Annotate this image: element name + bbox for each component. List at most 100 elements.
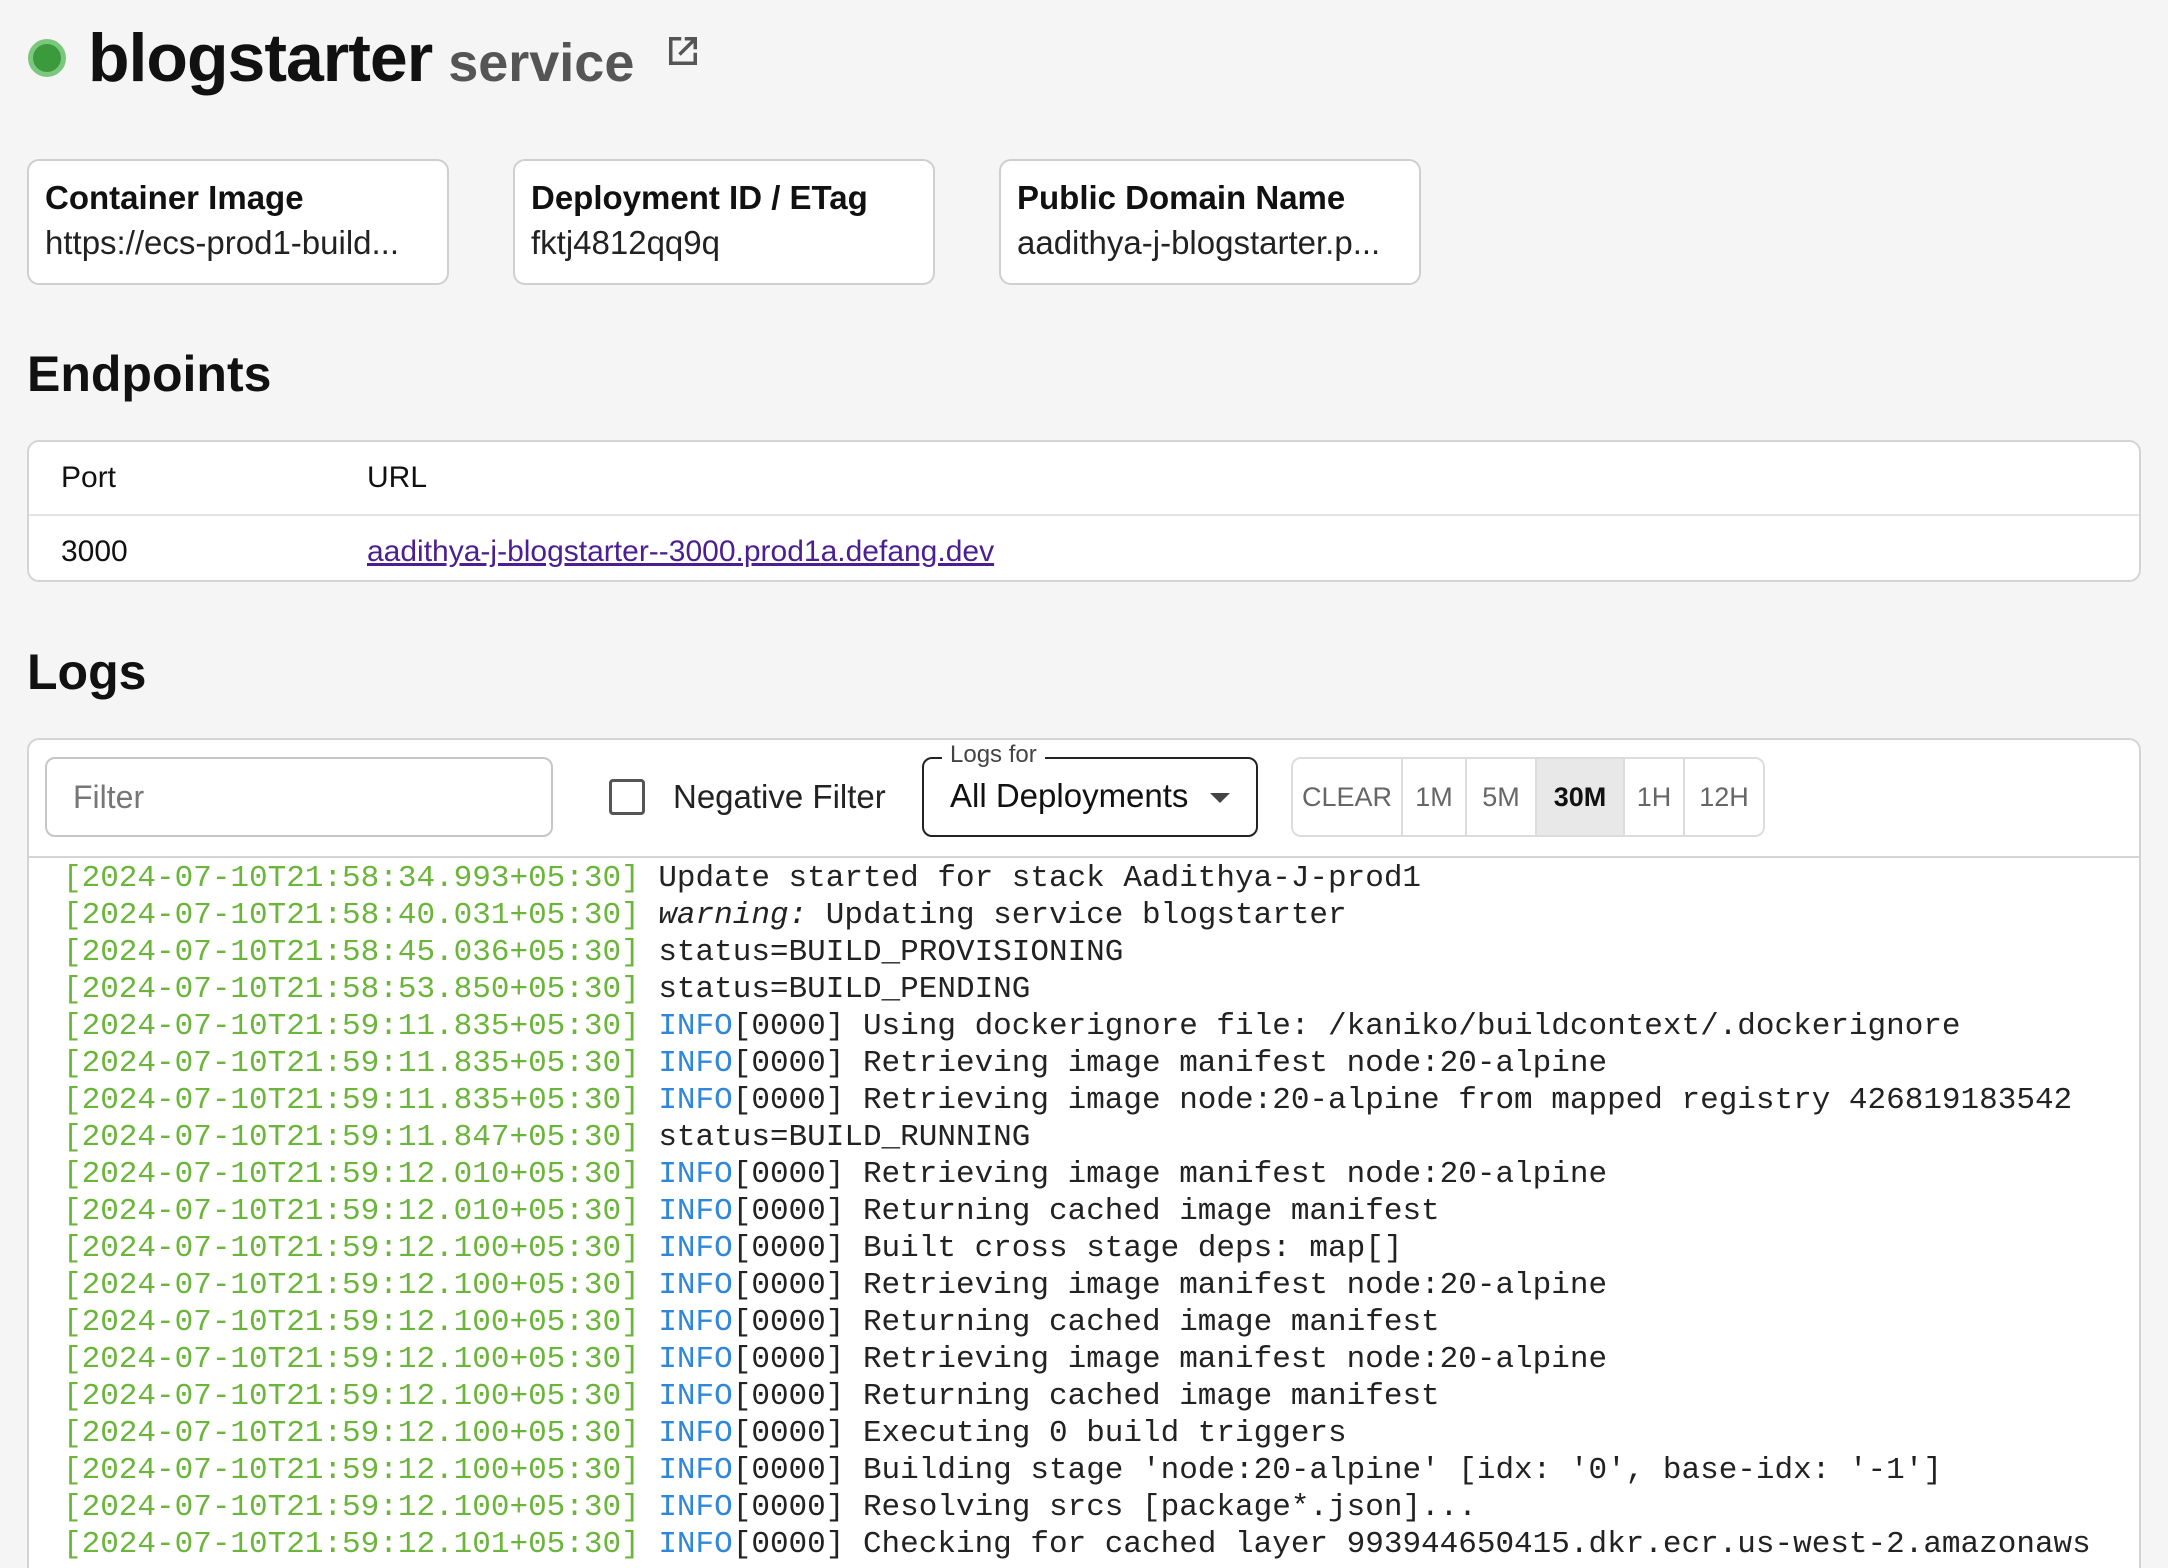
log-timestamp: [2024-07-10T21:59:12.010+05:30] bbox=[63, 1157, 640, 1192]
range-clear-button[interactable]: CLEAR bbox=[1293, 759, 1403, 835]
time-range-group: CLEAR 1M 5M 30M 1H 12H bbox=[1291, 757, 1765, 837]
log-line: [2024-07-10T21:59:12.100+05:30] INFO[000… bbox=[63, 1230, 2139, 1267]
log-timestamp: [2024-07-10T21:59:12.100+05:30] bbox=[63, 1342, 640, 1377]
log-line: [2024-07-10T21:59:11.847+05:30] status=B… bbox=[63, 1119, 2139, 1156]
log-line: [2024-07-10T21:59:12.100+05:30] INFO[000… bbox=[63, 1415, 2139, 1452]
log-line: [2024-07-10T21:59:11.835+05:30] INFO[000… bbox=[63, 1082, 2139, 1119]
log-line: [2024-07-10T21:59:12.100+05:30] INFO[000… bbox=[63, 1341, 2139, 1378]
log-line: [2024-07-10T21:59:12.100+05:30] INFO[000… bbox=[63, 1452, 2139, 1489]
log-level: INFO bbox=[658, 1342, 733, 1377]
log-line: [2024-07-10T21:59:12.100+05:30] INFO[000… bbox=[63, 1489, 2139, 1526]
log-timestamp: [2024-07-10T21:59:12.100+05:30] bbox=[63, 1268, 640, 1303]
log-level: INFO bbox=[658, 1490, 733, 1525]
log-line: [2024-07-10T21:59:11.835+05:30] INFO[000… bbox=[63, 1045, 2139, 1082]
negative-filter-toggle[interactable]: Negative Filter bbox=[609, 778, 886, 816]
log-timestamp: [2024-07-10T21:59:11.835+05:30] bbox=[63, 1083, 640, 1118]
log-level: INFO bbox=[658, 1157, 733, 1192]
log-line: [2024-07-10T21:58:40.031+05:30] warning:… bbox=[63, 897, 2139, 934]
log-message: [0000] Building stage 'node:20-alpine' [… bbox=[732, 1453, 1942, 1488]
log-level: INFO bbox=[658, 1083, 733, 1118]
log-output: [2024-07-10T21:58:34.993+05:30] Update s… bbox=[29, 858, 2139, 1563]
log-line: [2024-07-10T21:59:12.100+05:30] INFO[000… bbox=[63, 1378, 2139, 1415]
logs-for-value: All Deployments bbox=[950, 777, 1189, 814]
log-timestamp: [2024-07-10T21:59:12.100+05:30] bbox=[63, 1305, 640, 1340]
log-line: [2024-07-10T21:59:12.010+05:30] INFO[000… bbox=[63, 1193, 2139, 1230]
log-message: [0000] Returning cached image manifest bbox=[732, 1194, 1440, 1229]
log-message: [0000] Returning cached image manifest bbox=[732, 1379, 1440, 1414]
negative-filter-checkbox[interactable] bbox=[609, 779, 645, 815]
card-value: https://ecs-prod1-build... bbox=[45, 224, 400, 261]
logs-for-label: Logs for bbox=[942, 741, 1045, 769]
negative-filter-label: Negative Filter bbox=[673, 778, 886, 815]
log-message: status=BUILD_PENDING bbox=[658, 972, 1031, 1007]
endpoints-heading: Endpoints bbox=[27, 346, 272, 402]
log-timestamp: [2024-07-10T21:58:53.850+05:30] bbox=[63, 972, 640, 1007]
endpoints-table: Port URL 3000 aadithya-j-blogstarter--30… bbox=[27, 440, 2141, 582]
filter-input[interactable] bbox=[45, 757, 553, 837]
endpoint-url-link[interactable]: aadithya-j-blogstarter--3000.prod1a.defa… bbox=[367, 535, 994, 568]
log-message: [0000] Retrieving image manifest node:20… bbox=[732, 1157, 1608, 1192]
log-line: [2024-07-10T21:58:53.850+05:30] status=B… bbox=[63, 971, 2139, 1008]
range-5m-button[interactable]: 5M bbox=[1467, 759, 1537, 835]
range-30m-button[interactable]: 30M bbox=[1537, 759, 1625, 835]
log-message: [0000] Executing 0 build triggers bbox=[732, 1416, 1347, 1451]
log-timestamp: [2024-07-10T21:59:11.835+05:30] bbox=[63, 1009, 640, 1044]
container-image-card: Container Image https://ecs-prod1-build.… bbox=[27, 159, 449, 285]
logs-panel: Negative Filter Logs for All Deployments… bbox=[27, 738, 2141, 1568]
url-column-header: URL bbox=[367, 461, 428, 494]
log-message: [0000] Retrieving image node:20-alpine f… bbox=[732, 1083, 2073, 1118]
log-timestamp: [2024-07-10T21:59:12.100+05:30] bbox=[63, 1453, 640, 1488]
service-type-label: service bbox=[448, 33, 635, 93]
log-level: INFO bbox=[658, 1305, 733, 1340]
log-message: [0000] Retrieving image manifest node:20… bbox=[732, 1268, 1608, 1303]
log-level: INFO bbox=[658, 1268, 733, 1303]
open-external-icon[interactable] bbox=[662, 30, 704, 72]
log-level: INFO bbox=[658, 1453, 733, 1488]
log-message: Updating service blogstarter bbox=[807, 898, 1347, 933]
service-name: blogstarter bbox=[88, 20, 433, 96]
log-level: INFO bbox=[658, 1194, 733, 1229]
range-1h-button[interactable]: 1H bbox=[1625, 759, 1685, 835]
log-message: status=BUILD_PROVISIONING bbox=[658, 935, 1124, 970]
card-value: aadithya-j-blogstarter.p... bbox=[1017, 224, 1381, 261]
public-domain-card: Public Domain Name aadithya-j-blogstarte… bbox=[999, 159, 1421, 285]
log-timestamp: [2024-07-10T21:59:11.835+05:30] bbox=[63, 1046, 640, 1081]
range-12h-button[interactable]: 12H bbox=[1685, 759, 1763, 835]
card-title: Public Domain Name bbox=[1017, 179, 1346, 216]
log-timestamp: [2024-07-10T21:59:11.847+05:30] bbox=[63, 1120, 640, 1155]
log-line: [2024-07-10T21:59:11.835+05:30] INFO[000… bbox=[63, 1008, 2139, 1045]
logs-heading: Logs bbox=[27, 644, 147, 700]
log-timestamp: [2024-07-10T21:58:34.993+05:30] bbox=[63, 861, 640, 896]
log-line: [2024-07-10T21:59:12.100+05:30] INFO[000… bbox=[63, 1267, 2139, 1304]
log-prefix: warning: bbox=[658, 898, 808, 933]
caret-down-icon bbox=[1210, 793, 1230, 803]
log-timestamp: [2024-07-10T21:58:45.036+05:30] bbox=[63, 935, 640, 970]
log-timestamp: [2024-07-10T21:59:12.100+05:30] bbox=[63, 1416, 640, 1451]
table-header-row: Port URL bbox=[29, 442, 2139, 516]
card-title: Deployment ID / ETag bbox=[531, 179, 868, 216]
port-column-header: Port bbox=[61, 461, 117, 494]
log-timestamp: [2024-07-10T21:59:12.100+05:30] bbox=[63, 1231, 640, 1266]
log-message: [0000] Retrieving image manifest node:20… bbox=[732, 1046, 1608, 1081]
logs-toolbar: Negative Filter Logs for All Deployments… bbox=[29, 740, 2139, 858]
table-row: 3000 aadithya-j-blogstarter--3000.prod1a… bbox=[29, 516, 2139, 580]
log-level: INFO bbox=[658, 1046, 733, 1081]
log-message: [0000] Resolving srcs [package*.json]... bbox=[732, 1490, 1477, 1525]
card-value: fktj4812qq9q bbox=[531, 224, 720, 261]
url-cell: aadithya-j-blogstarter--3000.prod1a.defa… bbox=[367, 535, 994, 569]
log-level: INFO bbox=[658, 1231, 733, 1266]
log-line: [2024-07-10T21:59:12.010+05:30] INFO[000… bbox=[63, 1156, 2139, 1193]
status-indicator bbox=[28, 39, 66, 77]
log-line: [2024-07-10T21:58:45.036+05:30] status=B… bbox=[63, 934, 2139, 971]
port-cell: 3000 bbox=[61, 535, 128, 568]
log-timestamp: [2024-07-10T21:59:12.101+05:30] bbox=[63, 1527, 640, 1562]
logs-for-select[interactable]: Logs for All Deployments bbox=[922, 741, 1258, 837]
log-line: [2024-07-10T21:58:34.993+05:30] Update s… bbox=[63, 860, 2139, 897]
range-1m-button[interactable]: 1M bbox=[1403, 759, 1467, 835]
log-message: [0000] Checking for cached layer 9939446… bbox=[732, 1527, 2091, 1562]
deployment-id-card: Deployment ID / ETag fktj4812qq9q bbox=[513, 159, 935, 285]
log-line: [2024-07-10T21:59:12.101+05:30] INFO[000… bbox=[63, 1526, 2139, 1563]
info-cards: Container Image https://ecs-prod1-build.… bbox=[27, 159, 1421, 285]
log-message: Update started for stack Aadithya-J-prod… bbox=[658, 861, 1422, 896]
log-level: INFO bbox=[658, 1527, 733, 1562]
